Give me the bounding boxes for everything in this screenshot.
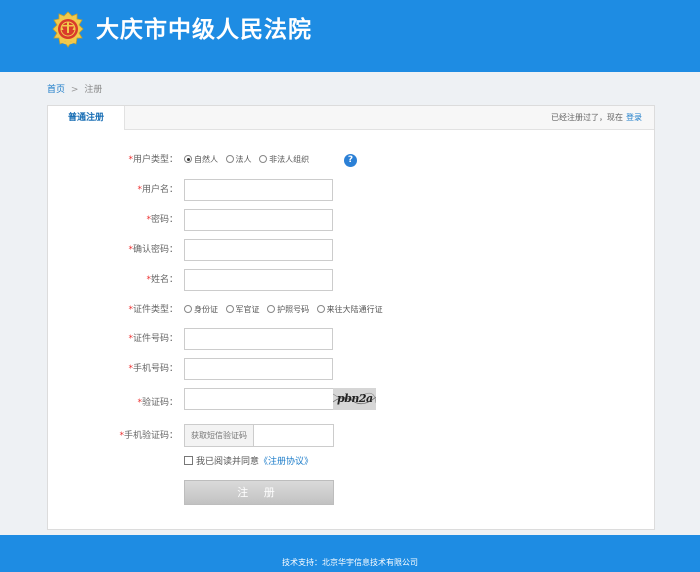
- id-type-option-officer-card[interactable]: 军官证: [225, 304, 260, 316]
- radio-icon: [225, 155, 234, 163]
- confirm-password-input[interactable]: [184, 239, 333, 261]
- sms-code-label: *手机验证码：: [119, 431, 178, 441]
- user-type-option-legal-person[interactable]: 法人: [225, 154, 252, 166]
- breadcrumb-separator: >: [70, 85, 79, 95]
- user-type-option-unincorporated[interactable]: 非法人组织: [259, 154, 309, 166]
- sms-code-input[interactable]: [254, 424, 334, 447]
- password-label: *密码：: [146, 215, 178, 225]
- breadcrumb: 首页 > 注册: [47, 84, 102, 96]
- name-input[interactable]: [184, 269, 333, 291]
- radio-icon: [316, 305, 325, 313]
- court-title: 大庆市中级人民法院: [96, 17, 312, 43]
- username-input[interactable]: [184, 179, 333, 201]
- help-icon[interactable]: ?: [344, 154, 357, 167]
- id-type-option-id-card[interactable]: 身份证: [184, 304, 218, 316]
- id-number-label: *证件号码：: [128, 334, 178, 344]
- breadcrumb-home-link[interactable]: 首页: [47, 85, 65, 95]
- phone-label: *手机号码：: [128, 364, 178, 374]
- captcha-input[interactable]: [184, 388, 334, 410]
- site-header: 大庆市中级人民法院: [0, 0, 700, 72]
- id-number-input[interactable]: [184, 328, 333, 350]
- captcha-label: *验证码：: [137, 398, 178, 408]
- captcha-text: pbn2a: [337, 392, 373, 405]
- name-label: *姓名：: [146, 275, 178, 285]
- breadcrumb-current: 注册: [84, 85, 103, 95]
- id-type-option-passport[interactable]: 护照号码: [267, 304, 309, 316]
- tab-normal-registration[interactable]: 普通注册: [48, 106, 125, 130]
- user-type-label: *用户类型：: [128, 155, 178, 165]
- phone-input[interactable]: [184, 358, 333, 380]
- radio-selected-icon: [184, 155, 192, 163]
- radio-icon: [267, 305, 276, 313]
- username-label: *用户名：: [137, 185, 178, 195]
- password-input[interactable]: [184, 209, 333, 231]
- agreement-row: 我已阅读并同意《注册协议》: [184, 456, 313, 468]
- id-type-radio-group: 身份证 军官证 护照号码 来往大陆通行证: [184, 304, 388, 316]
- footer-tech-support: 技术支持：北京华宇信息技术有限公司: [282, 558, 418, 567]
- court-emblem-icon: [51, 11, 85, 49]
- get-sms-code-button[interactable]: 获取短信验证码: [184, 424, 254, 447]
- id-type-label: *证件类型：: [128, 305, 178, 315]
- registration-panel: 普通注册 已经注册过了，现在 登录 *用户类型： 自然人 法人 非法人组织 ? *…: [47, 105, 655, 530]
- agreement-checkbox[interactable]: [184, 456, 193, 465]
- agreement-link[interactable]: 《注册协议》: [259, 457, 313, 467]
- id-type-option-mainland-permit[interactable]: 来往大陆通行证: [316, 304, 383, 316]
- user-type-option-natural-person[interactable]: 自然人: [184, 154, 218, 166]
- panel-header: 普通注册 已经注册过了，现在 登录: [48, 106, 654, 130]
- login-hint: 已经注册过了，现在 登录: [551, 112, 642, 124]
- login-link[interactable]: 登录: [626, 113, 642, 122]
- radio-icon: [225, 305, 234, 313]
- agreement-text: 我已阅读并同意: [196, 457, 260, 467]
- radio-icon: [184, 305, 192, 313]
- site-footer: 技术支持：北京华宇信息技术有限公司: [0, 535, 700, 572]
- user-type-radio-group: 自然人 法人 非法人组织: [184, 154, 314, 166]
- register-button[interactable]: 注 册: [184, 480, 334, 505]
- login-prompt-text: 已经注册过了，现在: [551, 113, 623, 122]
- radio-icon: [259, 155, 268, 163]
- captcha-image[interactable]: pbn2a: [333, 388, 376, 410]
- confirm-password-label: *确认密码：: [128, 245, 178, 255]
